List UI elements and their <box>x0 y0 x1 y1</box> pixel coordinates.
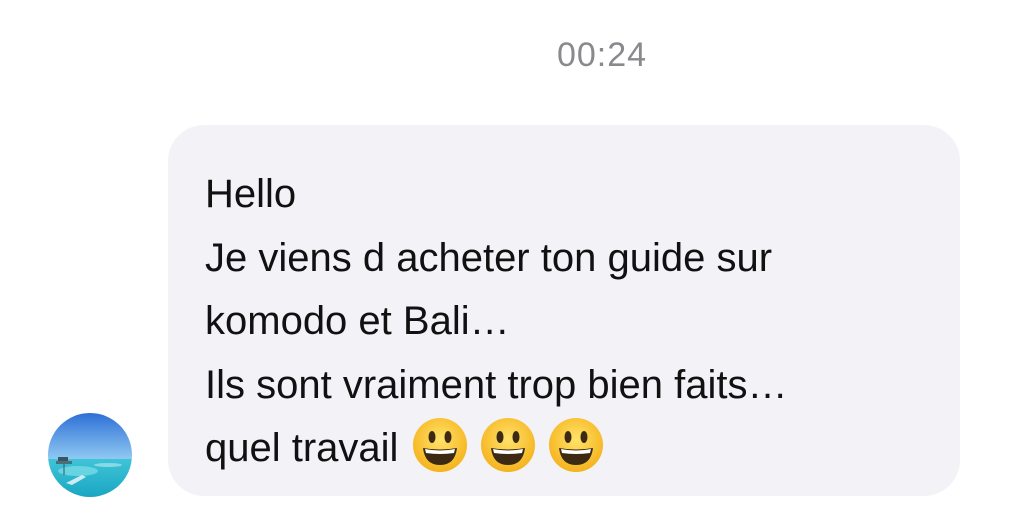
message-timestamp: 00:24 <box>556 36 648 74</box>
sender-avatar[interactable] <box>48 413 132 497</box>
message-text: quel travail <box>205 426 399 470</box>
beach-photo-icon <box>48 413 132 497</box>
message-line: komodo et Bali… <box>205 299 510 343</box>
chat-view: 00:24 Hello Je viens d acheter ton guide… <box>0 0 1020 516</box>
message-line: Ils sont vraiment trop bien faits… <box>205 362 788 407</box>
message-line: Je viens d acheter ton guide sur <box>205 235 773 280</box>
message-line: Hello <box>205 172 297 216</box>
message-bubble[interactable]: Hello Je viens d acheter ton guide sur k… <box>168 125 960 496</box>
message-line-last: quel travail <box>205 417 940 481</box>
grinning-face-emoji-icon <box>549 418 604 472</box>
grinning-face-emoji-icon <box>413 418 468 472</box>
grinning-face-emoji-icon <box>481 418 536 472</box>
